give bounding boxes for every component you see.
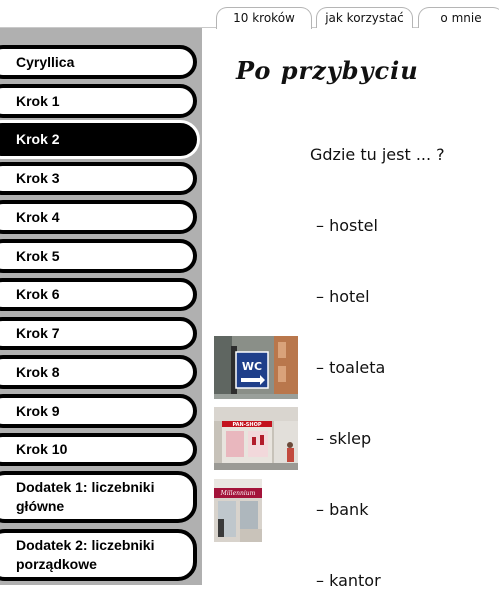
word-sklep: – sklep — [316, 429, 372, 448]
sidebar-item-krok-1[interactable]: Krok 1 — [0, 84, 197, 118]
sidebar-item-krok-8[interactable]: Krok 8 — [0, 355, 197, 389]
sidebar-item-dodatek-2[interactable]: Dodatek 2: liczebniki porządkowe — [0, 529, 197, 581]
svg-text:Millennium: Millennium — [220, 490, 256, 497]
sidebar-item-dodatek-1[interactable]: Dodatek 1: liczebniki główne — [0, 471, 197, 523]
bank-front-image: Millennium — [214, 479, 262, 542]
tab-jak-korzystac[interactable]: jak korzystać — [316, 7, 413, 28]
word-kantor: – kantor — [316, 571, 381, 590]
word-hotel: – hotel — [316, 287, 370, 306]
shop-front-photo: PAN-SHOP — [214, 407, 298, 470]
tab-o-mnie[interactable]: o mnie — [418, 7, 499, 28]
sidebar-item-krok-10[interactable]: Krok 10 — [0, 433, 197, 466]
sidebar-item-krok-4[interactable]: Krok 4 — [0, 200, 197, 234]
sidebar-item-krok-6[interactable]: Krok 6 — [0, 278, 197, 311]
tab-10-krokow[interactable]: 10 kroków — [216, 7, 312, 29]
wc-sign-image: WC — [214, 336, 298, 399]
sidebar-item-krok-5[interactable]: Krok 5 — [0, 239, 197, 273]
question-text: Gdzie tu jest ... ? — [310, 145, 445, 164]
wc-sign-photo: WC — [214, 336, 298, 399]
svg-text:WC: WC — [242, 360, 262, 373]
sidebar-item-krok-9[interactable]: Krok 9 — [0, 394, 197, 428]
bank-front-photo: Millennium — [214, 479, 262, 542]
shop-front-image: PAN-SHOP — [214, 407, 298, 470]
word-bank: – bank — [316, 500, 369, 519]
sidebar-item-cyryllica[interactable]: Cyryllica — [0, 45, 197, 79]
sidebar-item-krok-3[interactable]: Krok 3 — [0, 162, 197, 195]
page-title: Po przybyciu — [236, 56, 419, 85]
word-hostel: – hostel — [316, 216, 378, 235]
word-toaleta: – toaleta — [316, 358, 386, 377]
sidebar-item-krok-2[interactable]: Krok 2 — [0, 123, 197, 156]
sidebar-item-krok-7[interactable]: Krok 7 — [0, 317, 197, 350]
